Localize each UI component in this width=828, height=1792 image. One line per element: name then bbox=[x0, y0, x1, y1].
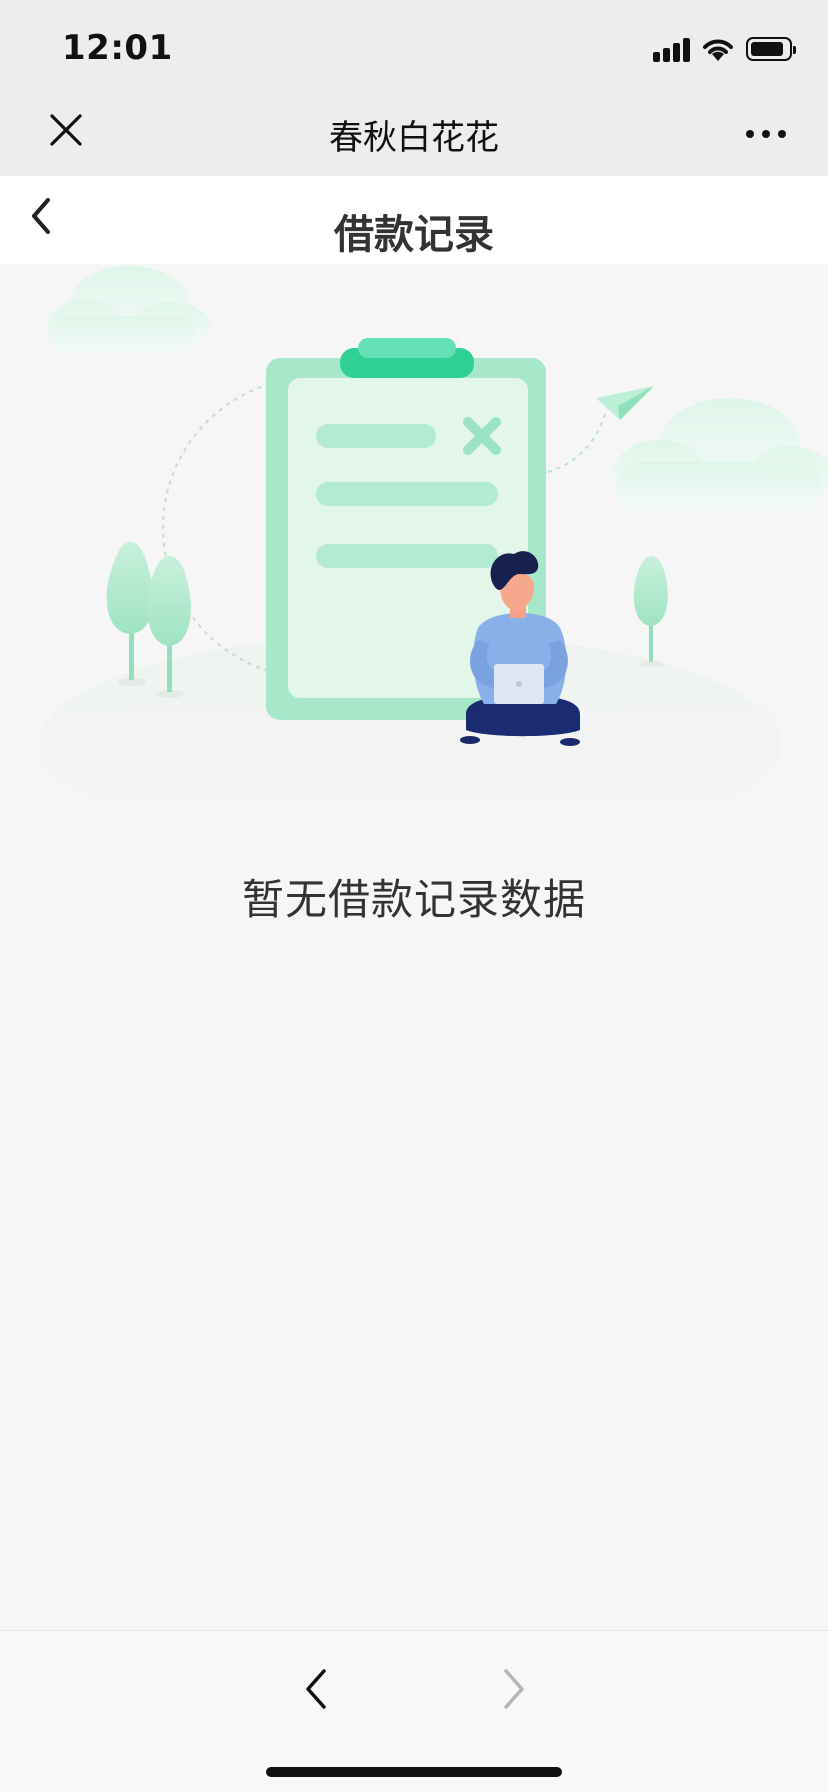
status-icons bbox=[653, 34, 796, 64]
signal-icon bbox=[653, 36, 690, 62]
cloud-right bbox=[614, 398, 828, 512]
page-title: 借款记录 bbox=[334, 212, 494, 258]
screen: 12:01 春秋白花花 借款记录 暂无借款记录数据 bbox=[0, 0, 828, 1792]
empty-state-illustration bbox=[38, 266, 828, 804]
page-header: 借款记录 bbox=[0, 176, 828, 264]
battery-icon bbox=[746, 37, 796, 61]
status-time: 12:01 bbox=[62, 28, 173, 68]
mini-program-bar: 春秋白花花 bbox=[0, 88, 828, 176]
empty-state-message: 暂无借款记录数据 bbox=[241, 875, 586, 924]
status-bar: 12:01 bbox=[0, 0, 828, 88]
home-indicator bbox=[266, 1767, 562, 1777]
more-icon[interactable] bbox=[744, 128, 788, 140]
mini-program-title: 春秋白花花 bbox=[329, 118, 499, 158]
tree-right bbox=[633, 556, 668, 667]
bottom-nav-bar bbox=[0, 1630, 828, 1792]
cloud-left bbox=[47, 266, 210, 352]
browser-forward-button[interactable] bbox=[494, 1661, 534, 1717]
browser-back-button[interactable] bbox=[296, 1661, 336, 1717]
wifi-icon bbox=[703, 39, 733, 61]
